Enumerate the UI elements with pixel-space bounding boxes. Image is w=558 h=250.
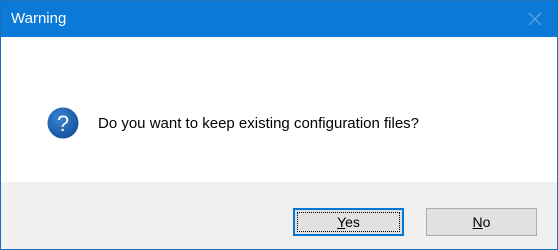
svg-text:?: ? (57, 111, 69, 136)
close-button[interactable] (513, 1, 557, 37)
no-mnemonic: N (472, 214, 483, 230)
no-button[interactable]: No (426, 208, 537, 236)
focus-rectangle (297, 212, 400, 232)
warning-dialog: Warning ? Do you want to keep existing c… (0, 0, 558, 250)
no-label-rest: o (482, 214, 491, 230)
question-icon: ? (47, 107, 79, 139)
dialog-message: Do you want to keep existing configurati… (98, 115, 420, 132)
title-bar[interactable]: Warning (1, 1, 557, 37)
yes-button[interactable]: Yes (293, 208, 404, 236)
close-icon (528, 12, 542, 26)
dialog-body (1, 37, 557, 182)
dialog-title: Warning (11, 10, 67, 27)
